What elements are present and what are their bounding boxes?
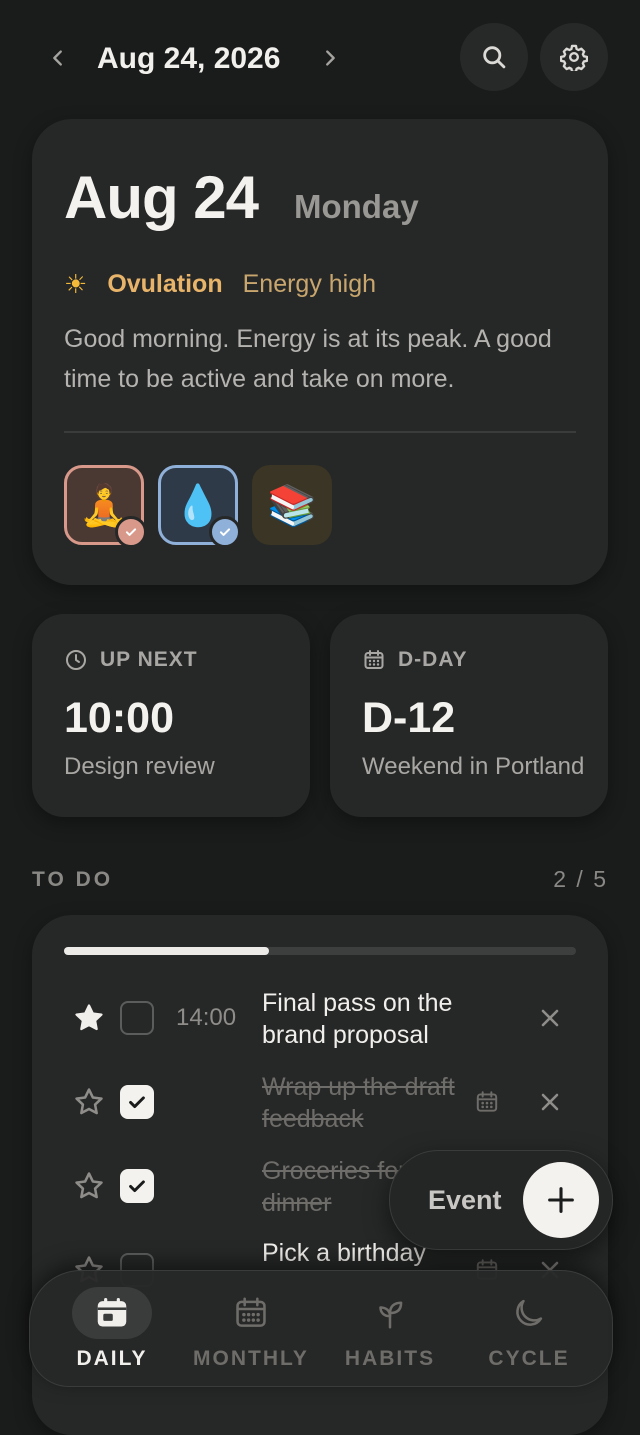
star-button[interactable]	[70, 1083, 108, 1121]
calendar-day-icon	[97, 1297, 127, 1327]
todo-checkbox[interactable]	[120, 1085, 154, 1119]
habit-done-badge	[209, 516, 241, 548]
tab-habits[interactable]: HABITS	[320, 1271, 460, 1381]
star-outline-icon	[75, 1172, 103, 1199]
up-next-time: 10:00	[64, 694, 174, 742]
habit-water[interactable]: 💧	[158, 465, 241, 548]
tab-habits-label: HABITS	[344, 1347, 436, 1370]
tab-cycle[interactable]: CYCLE	[459, 1271, 599, 1381]
today-date: Aug 24	[64, 164, 259, 231]
check-icon	[129, 1096, 145, 1109]
gear-icon	[560, 44, 588, 71]
todo-item[interactable]: 14:00 Final pass on the brand proposal	[32, 979, 608, 1059]
current-date-label[interactable]: Aug 24, 2026	[97, 40, 280, 78]
dday-countdown: D-12	[362, 694, 456, 742]
next-day-button[interactable]	[312, 40, 348, 76]
calendar-grid-icon	[236, 1297, 266, 1327]
today-weekday: Monday	[294, 188, 419, 225]
daily-message: Good morning. Energy is at its peak. A g…	[64, 325, 552, 393]
up-next-card[interactable]: UP NEXT 10:00 Design review	[32, 614, 310, 817]
cycle-phase-row: ☀ Ovulation Energy high	[64, 267, 376, 301]
dday-title: Weekend in Portland	[362, 753, 585, 780]
todo-checkbox[interactable]	[120, 1169, 154, 1203]
tab-cycle-icon-wrap	[489, 1287, 569, 1339]
up-next-label: UP NEXT	[100, 648, 198, 671]
star-button[interactable]	[70, 1167, 108, 1205]
tab-cycle-label: CYCLE	[488, 1347, 570, 1370]
cycle-phase: Ovulation	[107, 269, 223, 298]
divider	[64, 431, 576, 433]
todo-progress-fill	[64, 947, 269, 955]
delete-icon[interactable]	[536, 1088, 564, 1116]
top-bar: Aug 24, 2026	[0, 0, 640, 118]
tab-habits-icon-wrap	[350, 1287, 430, 1339]
up-next-title: Design review	[64, 753, 215, 780]
tab-daily-label: DAILY	[76, 1347, 148, 1370]
books-icon: 📚	[267, 483, 317, 528]
todo-item[interactable]: Wrap up the draft feedback	[32, 1063, 608, 1143]
sun-icon: ☀	[64, 268, 88, 299]
up-next-header: UP NEXT	[64, 648, 198, 672]
habit-done-badge	[115, 516, 147, 548]
todo-text[interactable]: Final pass on the brand proposal	[262, 987, 482, 1051]
plus-icon	[548, 1187, 574, 1213]
dday-header: D-DAY	[362, 648, 468, 672]
todo-count: 2 / 5	[553, 866, 608, 892]
tab-daily[interactable]: DAILY	[42, 1271, 182, 1381]
add-event-button[interactable]	[523, 1162, 599, 1238]
check-icon	[129, 1180, 145, 1193]
habit-reading[interactable]: 📚	[252, 465, 332, 545]
dday-card[interactable]: D-DAY D-12 Weekend in Portland	[330, 614, 608, 817]
prev-day-button[interactable]	[40, 40, 76, 76]
todo-checkbox[interactable]	[120, 1001, 154, 1035]
energy-level: Energy high	[242, 269, 377, 298]
search-icon	[483, 46, 506, 69]
delete-icon[interactable]	[536, 1004, 564, 1032]
todo-progress-bar	[64, 947, 576, 955]
search-button[interactable]	[460, 23, 528, 91]
tab-monthly-label: MONTHLY	[193, 1347, 309, 1370]
settings-button[interactable]	[540, 23, 608, 91]
todo-text[interactable]: Wrap up the draft feedback	[262, 1071, 482, 1135]
todo-section-title: TO DO	[32, 868, 114, 891]
star-filled-icon	[75, 1004, 103, 1031]
check-icon	[219, 528, 231, 536]
habit-meditation[interactable]: 🧘	[64, 465, 147, 548]
dday-label: D-DAY	[398, 648, 468, 671]
calendar-icon[interactable]	[474, 1089, 500, 1115]
tab-monthly[interactable]: MONTHLY	[181, 1271, 321, 1381]
add-event-label[interactable]: Event	[428, 1183, 502, 1217]
tab-monthly-icon-wrap	[211, 1287, 291, 1339]
check-icon	[125, 528, 137, 536]
star-button[interactable]	[70, 999, 108, 1037]
today-card: Aug 24 Monday ☀ Ovulation Energy high Go…	[32, 119, 608, 585]
chevron-right-icon	[326, 50, 335, 66]
tab-daily-icon-wrap	[72, 1287, 152, 1339]
clock-icon	[66, 650, 86, 670]
moon-icon	[516, 1299, 543, 1326]
chevron-left-icon	[53, 50, 62, 66]
add-event-fab[interactable]: Event	[389, 1150, 613, 1250]
calendar-icon	[364, 650, 384, 669]
sprout-icon	[379, 1301, 403, 1329]
todo-time: 14:00	[176, 1004, 237, 1031]
star-outline-icon	[75, 1088, 103, 1115]
bottom-tab-bar: DAILY MONTHLY HABITS CYCLE	[29, 1270, 613, 1387]
